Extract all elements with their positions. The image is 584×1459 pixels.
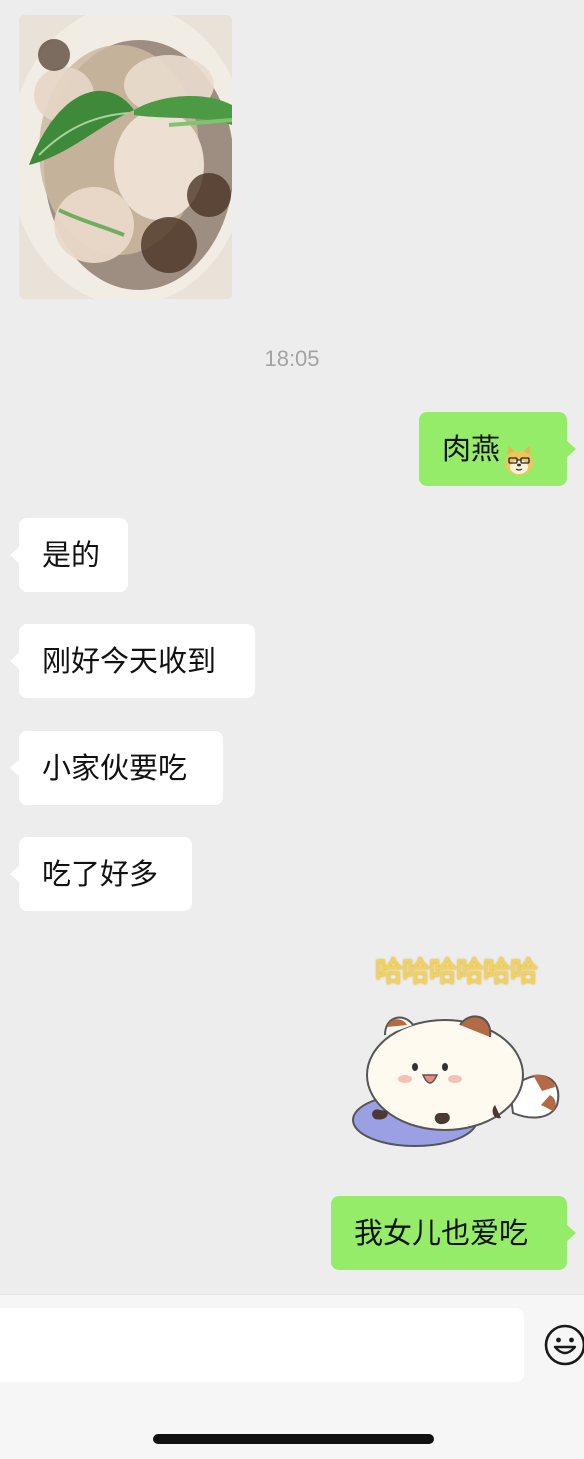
message-input[interactable] bbox=[0, 1308, 524, 1382]
message-text: 我女儿也爱吃 bbox=[354, 1216, 529, 1250]
smiley-icon[interactable] bbox=[543, 1323, 584, 1367]
timestamp: 18:05 bbox=[264, 346, 320, 371]
message-bubble-incoming[interactable]: 是的 bbox=[10, 518, 128, 592]
doge-emoji-icon bbox=[502, 431, 536, 475]
message-bubble-outgoing[interactable]: 肉燕 bbox=[419, 412, 576, 486]
message-text: 是的 bbox=[42, 538, 101, 572]
raccoon-sticker-icon bbox=[352, 1015, 560, 1147]
message-bubble-incoming[interactable]: 吃了好多 bbox=[10, 837, 192, 911]
message-bubble-incoming[interactable]: 小家伙要吃 bbox=[10, 731, 223, 805]
food-photo-icon bbox=[19, 15, 232, 299]
message-text: 小家伙要吃 bbox=[42, 751, 188, 785]
message-text: 刚好今天收到 bbox=[42, 644, 217, 678]
home-indicator[interactable] bbox=[153, 1434, 434, 1444]
message-text: 肉燕 bbox=[442, 432, 501, 466]
message-bubble-incoming[interactable]: 刚好今天收到 bbox=[10, 624, 255, 698]
message-text: 吃了好多 bbox=[42, 857, 159, 891]
image-message[interactable] bbox=[19, 15, 232, 299]
message-bubble-outgoing[interactable]: 我女儿也爱吃 bbox=[331, 1196, 576, 1270]
sticker-caption: 哈哈哈哈哈哈 bbox=[374, 955, 538, 988]
chat-area[interactable]: 18:05 肉燕 是的 刚好今天收到 小家伙要吃 吃了好多 哈哈哈哈哈哈 我女儿… bbox=[0, 0, 584, 1294]
input-bar bbox=[0, 1294, 584, 1459]
sticker-message[interactable]: 哈哈哈哈哈哈 bbox=[345, 950, 567, 1160]
